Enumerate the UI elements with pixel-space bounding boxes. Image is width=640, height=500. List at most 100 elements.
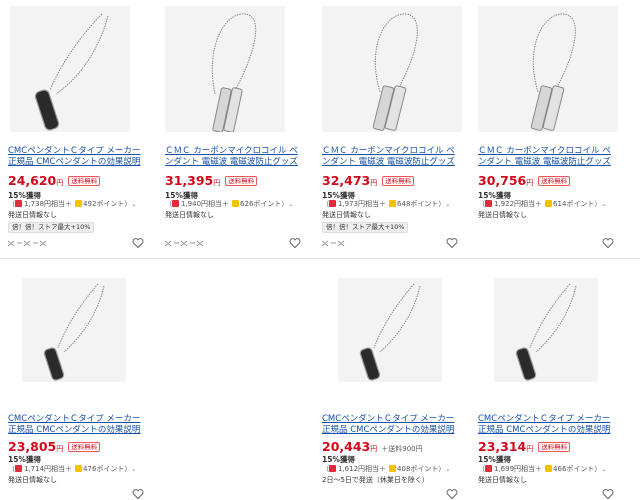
price: 20,443 bbox=[322, 439, 371, 454]
chevron-down-icon[interactable]: ⌄ bbox=[445, 466, 450, 473]
paypay-icon bbox=[485, 465, 492, 472]
chevron-down-icon[interactable]: ⌄ bbox=[445, 201, 450, 208]
tpoint-icon bbox=[545, 465, 553, 472]
delivery-info: 2日〜5日で発送（休業日を除く） bbox=[322, 476, 429, 484]
points-amount: 1,714円相当＋ bbox=[24, 465, 73, 473]
paypay-icon bbox=[172, 200, 179, 207]
product-card[interactable]: CMCペンダントＣタイプ メーカー正規品 CMCペンダントの効果説明小… 24,… bbox=[0, 0, 148, 249]
chevron-down-icon[interactable]: ⌄ bbox=[131, 466, 136, 473]
tpoint-icon bbox=[389, 200, 397, 207]
chevron-down-icon[interactable]: ⌄ bbox=[288, 201, 293, 208]
delivery-info: 発送日情報なし bbox=[8, 476, 57, 484]
tpoint-icon bbox=[389, 465, 397, 472]
variant-swatch-icon bbox=[8, 240, 47, 247]
chevron-down-icon[interactable]: ⌄ bbox=[601, 466, 606, 473]
price: 32,473 bbox=[322, 173, 371, 188]
points-bonus: 626ポイント bbox=[240, 200, 282, 208]
product-title-link[interactable]: CMCペンダントＣタイプ メーカー正規品 CMCペンダントの効果説明小… bbox=[478, 414, 616, 436]
points-amount: 1,699円相当＋ bbox=[494, 465, 543, 473]
free-shipping-badge: 送料無料 bbox=[68, 442, 101, 452]
product-title-link[interactable]: CMCペンダントＣタイプ メーカー正規品 CMCペンダントの効果説明小… bbox=[8, 414, 146, 436]
chevron-down-icon[interactable]: ⌄ bbox=[131, 201, 136, 208]
heart-outline-icon[interactable] bbox=[132, 488, 144, 500]
yen-unit: 円 bbox=[526, 179, 534, 187]
product-image[interactable] bbox=[165, 6, 285, 132]
variant-swatch-icon bbox=[165, 240, 204, 247]
product-image[interactable] bbox=[22, 278, 126, 382]
points-amount: 1,973円相当＋ bbox=[338, 200, 387, 208]
points-bonus: 408ポイント bbox=[397, 465, 439, 473]
product-image[interactable] bbox=[322, 6, 462, 132]
heart-outline-icon[interactable] bbox=[446, 488, 458, 500]
delivery-info: 発送日情報なし bbox=[8, 211, 57, 219]
product-card[interactable]: CMCペンダントＣタイプ メーカー正規品 CMCペンダントの効果説明小… 23,… bbox=[470, 248, 618, 500]
product-card[interactable]: CMCペンダントＣタイプ メーカー正規品 CMCペンダントの効果説明小… 23,… bbox=[0, 248, 148, 500]
store-promo-badge: 倍！倍！ストア最大+10% bbox=[322, 222, 409, 233]
delivery-info: 発送日情報なし bbox=[478, 211, 527, 219]
paypay-icon bbox=[15, 200, 22, 207]
store-promo-badge: 倍！倍！ストア最大+10% bbox=[8, 222, 95, 233]
product-title-link[interactable]: CMCペンダントＣタイプ メーカー正規品 CMCペンダントの効果説明小… bbox=[8, 146, 146, 168]
delivery-info: 発送日情報なし bbox=[478, 476, 527, 484]
tpoint-icon bbox=[75, 200, 83, 207]
yen-unit: 円 bbox=[370, 445, 378, 453]
product-image[interactable] bbox=[338, 278, 442, 382]
product-card[interactable]: CMCペンダントＣタイプ メーカー正規品 CMCペンダントの効果説明小… 20,… bbox=[314, 248, 462, 500]
paypay-icon bbox=[329, 200, 336, 207]
product-title-link[interactable]: ＣＭＣ カーボンマイクロコイル ペンダント 電磁波 電磁波防止グッズ 5… bbox=[478, 146, 616, 168]
points-line[interactable]: （1,922円相当＋ 614ポイント）⌄ bbox=[478, 199, 618, 209]
product-image[interactable] bbox=[478, 6, 618, 132]
yen-unit: 円 bbox=[370, 179, 378, 187]
free-shipping-badge: 送料無料 bbox=[538, 442, 571, 452]
points-bonus: 648ポイント bbox=[397, 200, 439, 208]
yen-unit: 円 bbox=[213, 179, 221, 187]
points-bonus: 476ポイント bbox=[83, 465, 125, 473]
yen-unit: 円 bbox=[526, 445, 534, 453]
paypay-icon bbox=[485, 200, 492, 207]
points-line[interactable]: （1,699円相当＋ 466ポイント）⌄ bbox=[478, 464, 618, 474]
points-line[interactable]: （1,940円相当＋ 626ポイント）⌄ bbox=[165, 199, 305, 209]
delivery-info: 発送日情報なし bbox=[165, 211, 214, 219]
points-line[interactable]: （1,714円相当＋ 476ポイント）⌄ bbox=[8, 464, 148, 474]
yen-unit: 円 bbox=[56, 179, 64, 187]
product-image[interactable] bbox=[494, 278, 598, 382]
price: 23,314 bbox=[478, 439, 527, 454]
price-line: 32,473円 送料無料 bbox=[322, 170, 462, 188]
yen-unit: 円 bbox=[56, 445, 64, 453]
heart-outline-icon[interactable] bbox=[602, 488, 614, 500]
delivery-info: 発送日情報なし bbox=[322, 211, 371, 219]
tpoint-icon bbox=[545, 200, 553, 207]
tpoint-icon bbox=[232, 200, 240, 207]
tpoint-icon bbox=[75, 465, 83, 472]
price-line: 24,620円 送料無料 bbox=[8, 170, 148, 188]
free-shipping-badge: 送料無料 bbox=[382, 176, 415, 186]
points-line[interactable]: （1,738円相当＋ 492ポイント）⌄ bbox=[8, 199, 148, 209]
points-line[interactable]: （1,973円相当＋ 648ポイント）⌄ bbox=[322, 199, 462, 209]
product-image[interactable] bbox=[10, 6, 130, 132]
points-amount: 1,922円相当＋ bbox=[494, 200, 543, 208]
product-card[interactable]: ＣＭＣ カーボンマイクロコイル ペンダント 電磁波 電磁波防止グッズ 5… 30… bbox=[470, 0, 618, 249]
points-amount: 1,940円相当＋ bbox=[181, 200, 230, 208]
price-line: 23,314円 送料無料 bbox=[478, 436, 618, 454]
paypay-icon bbox=[329, 465, 336, 472]
product-card[interactable]: ＣＭＣ カーボンマイクロコイル ペンダント 電磁波 電磁波防止グッズ 5… 31… bbox=[157, 0, 305, 249]
price-line: 23,805円 送料無料 bbox=[8, 436, 148, 454]
free-shipping-badge: 送料無料 bbox=[225, 176, 258, 186]
product-row-top: CMCペンダントＣタイプ メーカー正規品 CMCペンダントの効果説明小… 24,… bbox=[0, 0, 640, 249]
free-shipping-badge: 送料無料 bbox=[68, 176, 101, 186]
chevron-down-icon[interactable]: ⌄ bbox=[601, 201, 606, 208]
points-amount: 1,612円相当＋ bbox=[338, 465, 387, 473]
product-title-link[interactable]: ＣＭＣ カーボンマイクロコイル ペンダント 電磁波 電磁波防止グッズ 5… bbox=[322, 146, 460, 168]
free-shipping-badge: 送料無料 bbox=[538, 176, 571, 186]
points-bonus: 492ポイント bbox=[83, 200, 125, 208]
points-amount: 1,738円相当＋ bbox=[24, 200, 73, 208]
product-row-bottom: CMCペンダントＣタイプ メーカー正規品 CMCペンダントの効果説明小… 23,… bbox=[0, 248, 640, 500]
points-bonus: 614ポイント bbox=[553, 200, 595, 208]
product-title-link[interactable]: CMCペンダントＣタイプ メーカー正規品 CMCペンダントの効果説明小… bbox=[322, 414, 460, 436]
points-bonus: 466ポイント bbox=[553, 465, 595, 473]
points-line[interactable]: （1,612円相当＋ 408ポイント）⌄ bbox=[322, 464, 462, 474]
product-title-link[interactable]: ＣＭＣ カーボンマイクロコイル ペンダント 電磁波 電磁波防止グッズ 5… bbox=[165, 146, 303, 168]
product-card[interactable]: ＣＭＣ カーボンマイクロコイル ペンダント 電磁波 電磁波防止グッズ 5… 32… bbox=[314, 0, 462, 249]
price: 31,395 bbox=[165, 173, 214, 188]
price: 30,756 bbox=[478, 173, 527, 188]
